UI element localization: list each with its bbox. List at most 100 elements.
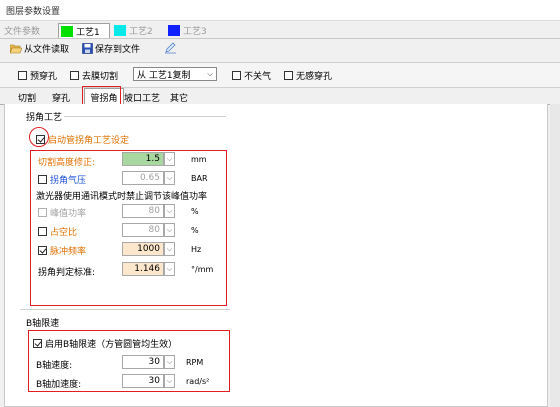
corner-judge-label: 拐角判定标准: (38, 268, 96, 278)
window-title: 图层参数设置 (6, 7, 61, 17)
duty-cycle-input[interactable]: 80 (122, 223, 164, 237)
vertical-scrollbar[interactable] (550, 104, 560, 407)
chevron-down-icon[interactable]: ⌵ (164, 262, 175, 276)
chevron-down-icon[interactable]: ⌵ (164, 374, 175, 388)
save-disk-icon (82, 43, 93, 54)
b-axis-accel-label: B轴加速度: (36, 380, 82, 390)
pulse-frequency-checkbox[interactable]: 脉冲频率 (38, 244, 86, 257)
tab-process-3[interactable]: 工艺3 (166, 23, 218, 38)
chevron-down-icon[interactable]: ⌵ (164, 242, 175, 256)
b-axis-enable-label: 启用B轴限速（方管圆管均生效） (45, 340, 178, 350)
tab-pierce[interactable]: 穿孔 (50, 90, 72, 104)
pulse-frequency-unit: Hz (191, 245, 202, 254)
pencil-icon (165, 42, 176, 54)
cut-film-label: 去膜切割 (82, 72, 119, 82)
b-axis-enable-checkbox[interactable]: 启用B轴限速（方管圆管均生效） (33, 337, 177, 350)
tab-cutting[interactable]: 切割 (16, 90, 38, 104)
no-pierce-label: 无感穿孔 (296, 72, 333, 82)
tab-label: 工艺1 (76, 27, 100, 38)
corner-enable-label: 启动管拐角工艺设定 (48, 136, 130, 146)
tab-label: 坡口工艺 (124, 93, 161, 104)
gas-off-checkbox[interactable]: 不关气 (232, 69, 271, 82)
tab-label: 工艺3 (183, 27, 207, 37)
tab-process-1[interactable]: 工艺1 (58, 23, 110, 38)
peak-power-input[interactable]: 80 (122, 204, 164, 218)
b-axis-speed-unit: RPM (186, 358, 204, 367)
color-swatch-icon (168, 25, 180, 36)
load-label: 从文件读取 (24, 45, 70, 55)
pulse-frequency-label: 脉冲频率 (50, 247, 87, 257)
save-to-file-button[interactable]: 保存到文件 (82, 42, 140, 55)
folder-open-icon (10, 44, 22, 53)
tab-label: 文件参数 (4, 27, 41, 37)
tab-file-params[interactable]: 文件参数 (4, 23, 52, 38)
title-bar: 图层参数设置 (0, 0, 560, 21)
checkbox-box[interactable] (38, 227, 47, 236)
group-divider (20, 309, 230, 310)
duty-cycle-label: 占空比 (50, 228, 78, 238)
color-swatch-icon (114, 25, 126, 36)
b-axis-speed-label: B轴速度: (36, 361, 73, 371)
pre-pierce-checkbox[interactable]: 预穿孔 (18, 69, 57, 82)
corner-enable-checkbox[interactable]: 启动管拐角工艺设定 (36, 133, 129, 146)
checkbox-box[interactable] (38, 246, 47, 255)
options-row: 预穿孔 去膜切割 从 工艺1复制 ⌵ 不关气 无感穿孔 (0, 62, 560, 88)
b-axis-accel-input[interactable]: 30 (122, 374, 164, 388)
checkbox-box[interactable] (18, 71, 27, 80)
group-divider (64, 116, 226, 117)
gas-off-label: 不关气 (244, 72, 272, 82)
checkbox-box[interactable] (284, 71, 293, 80)
gas-pressure-checkbox[interactable]: 拐角气压 (38, 173, 86, 186)
checkbox-box[interactable] (70, 71, 79, 80)
b-axis-accel-unit: rad/s² (186, 377, 210, 386)
peak-power-label: 峰值功率 (50, 209, 87, 219)
cut-film-checkbox[interactable]: 去膜切割 (70, 69, 118, 82)
chevron-down-icon[interactable]: ⌵ (164, 223, 175, 237)
duty-cycle-unit: % (191, 226, 199, 235)
load-from-file-button[interactable]: 从文件读取 (10, 42, 69, 55)
corner-judge-unit: °/mm (191, 265, 214, 274)
checkbox-box[interactable] (232, 71, 241, 80)
checkbox-box[interactable] (38, 175, 47, 184)
chevron-down-icon[interactable]: ⌵ (164, 204, 175, 218)
tab-other[interactable]: 其它 (168, 90, 190, 104)
corner-group-title: 拐角工艺 (26, 113, 63, 123)
copy-from-select[interactable]: 从 工艺1复制 ⌵ (133, 67, 217, 81)
b-axis-speed-input[interactable]: 30 (122, 355, 164, 369)
tab-label: 切割 (18, 93, 37, 104)
checkbox-box[interactable] (38, 208, 47, 217)
chevron-down-icon[interactable]: ⌵ (204, 68, 216, 80)
chevron-down-icon[interactable]: ⌵ (164, 355, 175, 369)
top-tab-bar: 文件参数 工艺1 工艺2 工艺3 (0, 22, 560, 39)
tab-bevel-process[interactable]: 坡口工艺 (122, 90, 162, 104)
chevron-down-icon[interactable]: ⌵ (164, 152, 175, 166)
color-swatch-icon (61, 25, 73, 37)
no-pierce-checkbox[interactable]: 无感穿孔 (284, 69, 332, 82)
peak-power-unit: % (191, 207, 199, 216)
checkbox-highlight-circle (29, 127, 49, 147)
laser-note-text: 激光器使用通讯模式时禁止调节该峰值功率 (36, 192, 208, 202)
tab-label: 工艺2 (129, 27, 153, 37)
gas-pressure-label: 拐角气压 (50, 176, 87, 186)
copy-from-value: 从 工艺1复制 (137, 70, 191, 81)
pulse-frequency-input[interactable]: 1000 (122, 242, 164, 256)
edit-button[interactable] (164, 42, 179, 54)
tab-label: 其它 (170, 93, 189, 104)
gas-pressure-input[interactable]: 0.65 (122, 171, 164, 185)
height-correction-input[interactable]: 1.5 (122, 152, 164, 166)
chevron-down-icon[interactable]: ⌵ (164, 171, 175, 185)
pre-pierce-label: 预穿孔 (30, 72, 58, 82)
save-label: 保存到文件 (95, 45, 141, 55)
corner-judge-input[interactable]: 1.146 (122, 262, 164, 276)
tab-process-2[interactable]: 工艺2 (112, 23, 164, 38)
peak-power-checkbox[interactable]: 峰值功率 (38, 206, 86, 219)
gas-pressure-unit: BAR (191, 174, 208, 183)
checkbox-box[interactable] (33, 339, 42, 348)
tab-highlight-box (82, 86, 121, 106)
height-unit: mm (191, 155, 207, 164)
duty-cycle-checkbox[interactable]: 占空比 (38, 225, 77, 238)
b-axis-group-title: B轴限速 (26, 319, 60, 329)
tab-label: 穿孔 (52, 93, 71, 104)
toolbar: 从文件读取 保存到文件 (0, 39, 560, 57)
height-correction-label: 切割高度修正: (38, 158, 96, 168)
